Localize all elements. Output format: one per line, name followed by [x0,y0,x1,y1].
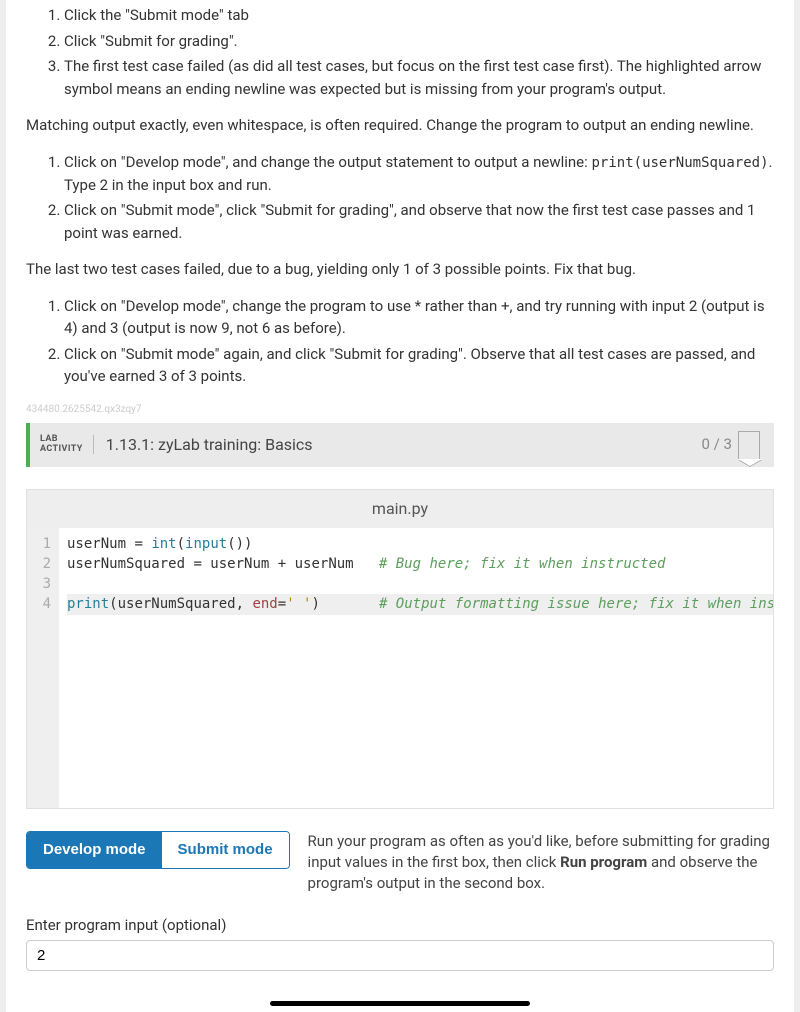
line-gutter: 1 2 3 4 [27,528,59,808]
code-lines[interactable]: userNum = int(input()) userNumSquared = … [59,528,773,808]
program-input-field[interactable] [26,940,774,971]
instruction-list-3: Click on "Develop mode", change the prog… [26,295,774,388]
list-item: Click on "Develop mode", change the prog… [64,295,774,340]
inline-code: print(userNumSquared) [592,155,769,171]
list-item: Click on "Develop mode", and change the … [64,151,774,197]
watermark-text: 434480.2625542.qx3zqy7 [26,402,774,417]
line-number: 3 [31,574,51,594]
list-item: Click "Submit for grading". [64,30,774,53]
mode-toggle: Develop mode Submit mode [26,831,290,869]
list-item: Click on "Submit mode", click "Submit fo… [64,199,774,244]
line-number: 2 [31,554,51,574]
line-number: 4 [31,594,51,614]
submit-mode-button[interactable]: Submit mode [162,832,289,868]
program-input-label: Enter program input (optional) [26,914,774,937]
bookmark-icon[interactable] [738,431,760,459]
home-indicator [270,1001,530,1006]
code-editor: main.py 1 2 3 4 userNum = int(input()) u… [26,489,774,809]
instruction-list-1: Click the "Submit mode" tab Click "Submi… [26,4,774,100]
text: Click on "Develop mode", and change the … [64,153,592,171]
text-bold: Run program [560,853,647,871]
paragraph: Matching output exactly, even whitespace… [26,114,774,137]
file-tab[interactable]: main.py [27,490,773,528]
lab-activity-header: LAB ACTIVITY 1.13.1: zyLab training: Bas… [26,423,774,467]
mode-description: Run your program as often as you'd like,… [308,831,774,894]
code-line-highlighted: print(userNumSquared, end=' ') # Output … [67,594,773,614]
lab-activity-label: LAB ACTIVITY [40,435,94,455]
instruction-list-2: Click on "Develop mode", and change the … [26,151,774,245]
mode-row: Develop mode Submit mode Run your progra… [26,831,774,894]
lab-activity-score: 0 / 3 [702,433,733,456]
code-line: userNumSquared = userNum + userNum # Bug… [67,556,665,572]
code-line [67,576,75,592]
paragraph: The last two test cases failed, due to a… [26,258,774,281]
code-area[interactable]: 1 2 3 4 userNum = int(input()) userNumSq… [27,528,773,808]
text: ACTIVITY [40,445,83,455]
code-line: userNum = int(input()) [67,536,253,552]
lab-activity-title: 1.13.1: zyLab training: Basics [94,433,702,457]
list-item: Click on "Submit mode" again, and click … [64,343,774,388]
develop-mode-button[interactable]: Develop mode [27,832,162,868]
list-item: The first test case failed (as did all t… [64,55,774,100]
list-item: Click the "Submit mode" tab [64,4,774,27]
line-number: 1 [31,534,51,554]
